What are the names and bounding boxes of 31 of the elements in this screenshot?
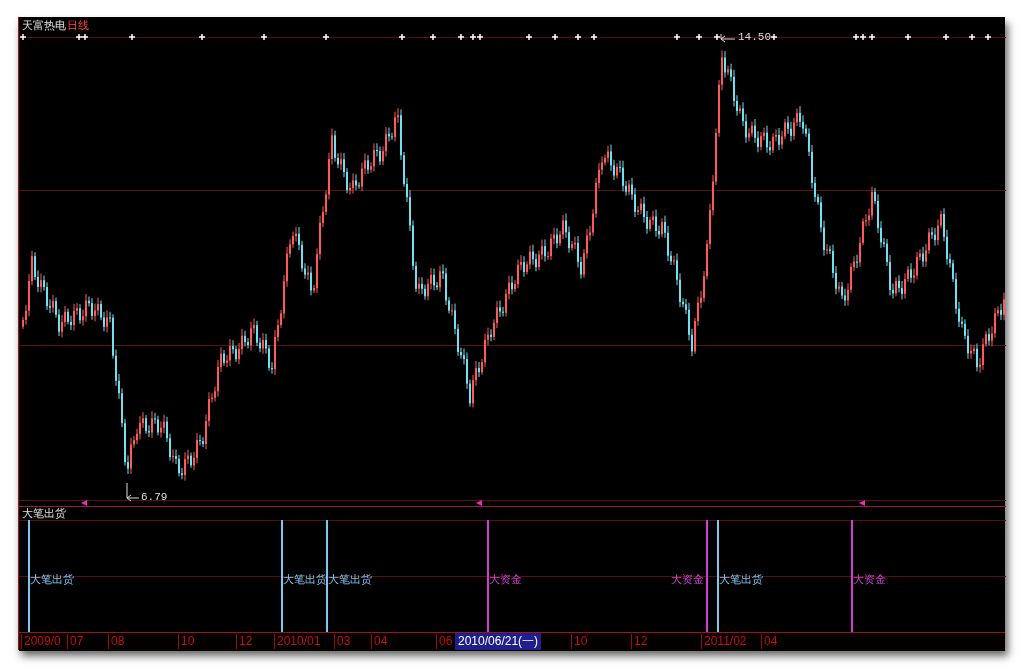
- indicator-title: 大笔出货: [22, 506, 66, 521]
- signal-label: 大资金: [853, 572, 886, 587]
- leader-line: [720, 33, 736, 43]
- date-label: 08: [108, 634, 125, 649]
- period-label: 日线: [67, 18, 89, 33]
- date-label: 06: [436, 634, 453, 649]
- leader-line: [126, 482, 140, 502]
- date-label: 04: [371, 634, 388, 649]
- date-label: 04: [761, 634, 778, 649]
- date-label: 10: [571, 634, 588, 649]
- pointer-icon: [476, 500, 482, 506]
- pointer-icon: [81, 500, 87, 506]
- signal-label: 大笔出货: [283, 572, 327, 587]
- date-label: 03: [334, 634, 351, 649]
- date-label: 10: [178, 634, 195, 649]
- date-label: 12: [236, 634, 253, 649]
- pointer-icon: [859, 500, 865, 506]
- cursor-date: 2010/06/21(一): [455, 633, 542, 650]
- signal-label: 大笔出货: [328, 572, 372, 587]
- date-label: 12: [631, 634, 648, 649]
- price-label: 14.50: [738, 31, 771, 43]
- stock-name: 天富热电: [22, 18, 66, 33]
- signal-label: 大笔出货: [719, 572, 763, 587]
- signal-label: 大资金: [489, 572, 522, 587]
- date-label: 2010/01: [274, 634, 321, 649]
- date-label: 07: [67, 634, 84, 649]
- price-label: 6.79: [141, 491, 168, 503]
- signal-label: 大资金: [671, 572, 704, 587]
- date-label: 2009/0: [21, 634, 61, 649]
- signal-label: 大笔出货: [30, 572, 74, 587]
- date-label: 2011/02: [701, 634, 747, 649]
